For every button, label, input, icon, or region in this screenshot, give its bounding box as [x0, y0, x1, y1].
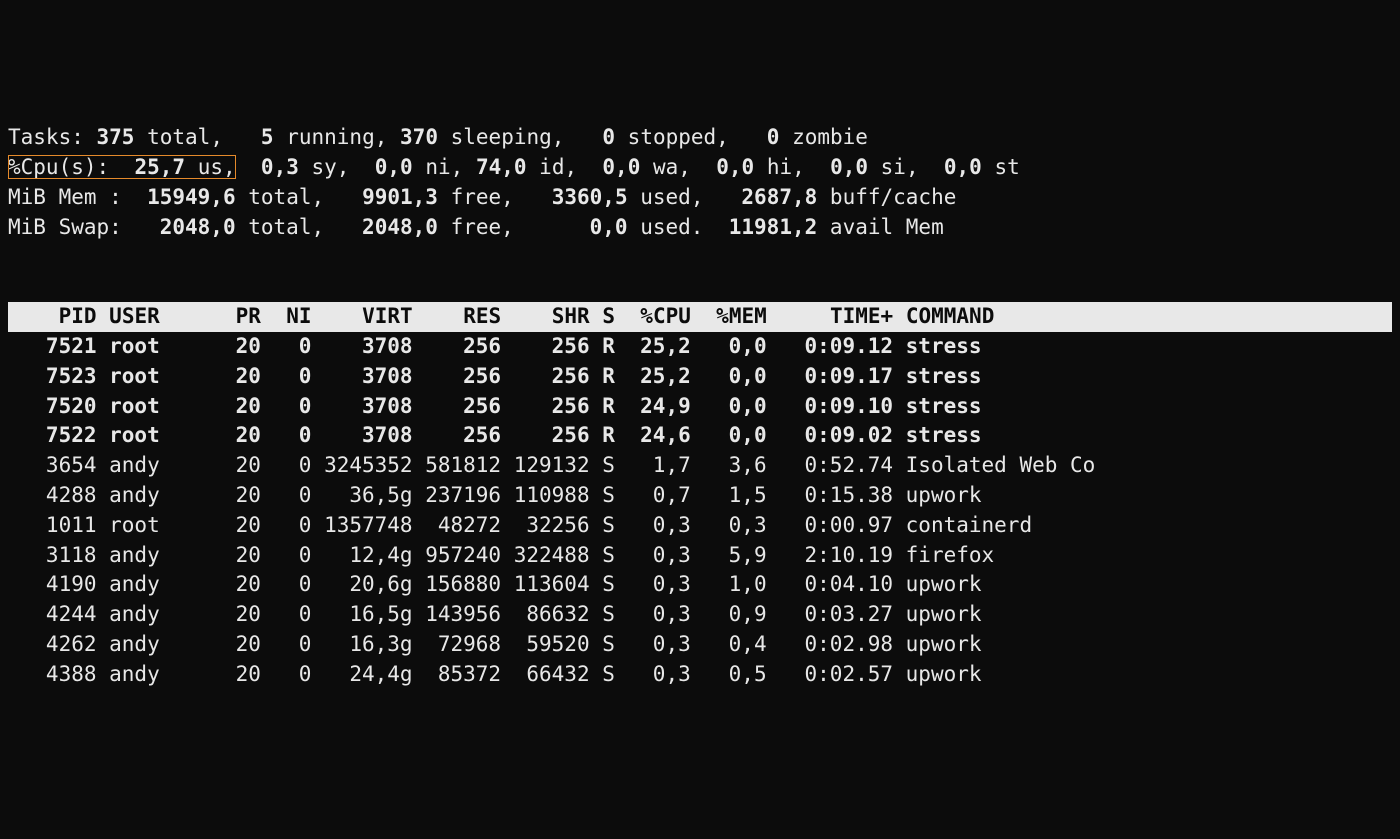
- hdr-cpu: %CPU: [640, 304, 691, 328]
- cpu-label: %Cpu(s):: [8, 155, 109, 179]
- mem-free-label: free,: [451, 185, 514, 209]
- hdr-s: S: [602, 304, 615, 328]
- blank-line: [8, 272, 1392, 302]
- cpu-sy-value: 0,3: [261, 155, 299, 179]
- cpu-us-value: 25,7: [134, 155, 185, 179]
- table-row[interactable]: 1011 root 20 0 1357748 48272 32256 S 0,3…: [8, 511, 1392, 541]
- swap-label: MiB Swap:: [8, 215, 122, 239]
- process-list: 7521 root 20 0 3708 256 256 R 25,2 0,0 0…: [8, 332, 1392, 690]
- cpu-si-label: si,: [881, 155, 919, 179]
- table-row[interactable]: 7523 root 20 0 3708 256 256 R 25,2 0,0 0…: [8, 362, 1392, 392]
- cpu-st-label: st: [994, 155, 1019, 179]
- mem-buff-label: buff/cache: [830, 185, 956, 209]
- swap-avail-value: 11981,2: [729, 215, 818, 239]
- hdr-command: COMMAND: [906, 304, 995, 328]
- table-row[interactable]: 7522 root 20 0 3708 256 256 R 24,6 0,0 0…: [8, 421, 1392, 451]
- swap-used-value: 0,0: [590, 215, 628, 239]
- cpu-hi-value: 0,0: [716, 155, 754, 179]
- cpu-st-value: 0,0: [944, 155, 982, 179]
- terminal-output: Tasks: 375 total, 5 running, 370 sleepin…: [8, 123, 1392, 689]
- tasks-total-label: total,: [147, 125, 223, 149]
- mem-total-value: 15949,6: [147, 185, 236, 209]
- tasks-zombie-value: 0: [767, 125, 780, 149]
- hdr-pr: PR: [236, 304, 261, 328]
- table-row[interactable]: 3654 andy 20 0 3245352 581812 129132 S 1…: [8, 451, 1392, 481]
- hdr-pid: PID: [59, 304, 97, 328]
- mem-used-label: used,: [640, 185, 703, 209]
- mem-used-value: 3360,5: [552, 185, 628, 209]
- tasks-stopped-label: stopped,: [628, 125, 729, 149]
- table-row[interactable]: 4244 andy 20 0 16,5g 143956 86632 S 0,3 …: [8, 600, 1392, 630]
- mem-label: MiB Mem :: [8, 185, 122, 209]
- mem-buff-value: 2687,8: [741, 185, 817, 209]
- swap-total-label: total,: [248, 215, 324, 239]
- cpu-hi-label: hi,: [767, 155, 805, 179]
- mem-free-value: 9901,3: [362, 185, 438, 209]
- table-row[interactable]: 4288 andy 20 0 36,5g 237196 110988 S 0,7…: [8, 481, 1392, 511]
- cpu-us-label: us,: [198, 155, 236, 179]
- cpu-user-highlight: %Cpu(s): 25,7 us,: [8, 155, 236, 179]
- process-header[interactable]: PID USER PR NI VIRT RES SHR S %CPU %MEM …: [8, 302, 1392, 332]
- tasks-running-value: 5: [261, 125, 274, 149]
- tasks-stopped-value: 0: [602, 125, 615, 149]
- tasks-line: Tasks: 375 total, 5 running, 370 sleepin…: [8, 123, 1392, 153]
- cpu-wa-label: wa,: [653, 155, 691, 179]
- tasks-label: Tasks:: [8, 125, 84, 149]
- table-row[interactable]: 7520 root 20 0 3708 256 256 R 24,9 0,0 0…: [8, 392, 1392, 422]
- cpu-ni-value: 0,0: [375, 155, 413, 179]
- cpu-id-label: id,: [539, 155, 577, 179]
- cpu-wa-value: 0,0: [602, 155, 640, 179]
- hdr-res: RES: [463, 304, 501, 328]
- tasks-sleeping-value: 370: [400, 125, 438, 149]
- table-row[interactable]: 7521 root 20 0 3708 256 256 R 25,2 0,0 0…: [8, 332, 1392, 362]
- hdr-time: TIME+: [830, 304, 893, 328]
- cpu-si-value: 0,0: [830, 155, 868, 179]
- cpu-id-value: 74,0: [476, 155, 527, 179]
- mem-total-label: total,: [248, 185, 324, 209]
- swap-total-value: 2048,0: [160, 215, 236, 239]
- swap-used-label: used.: [640, 215, 703, 239]
- tasks-running-label: running,: [286, 125, 387, 149]
- hdr-virt: VIRT: [362, 304, 413, 328]
- swap-free-label: free,: [451, 215, 514, 239]
- hdr-user: USER: [109, 304, 160, 328]
- table-row[interactable]: 3118 andy 20 0 12,4g 957240 322488 S 0,3…: [8, 541, 1392, 571]
- hdr-shr: SHR: [552, 304, 590, 328]
- swap-avail-label: avail Mem: [830, 215, 944, 239]
- swap-free-value: 2048,0: [362, 215, 438, 239]
- mem-line: MiB Mem : 15949,6 total, 9901,3 free, 33…: [8, 183, 1392, 213]
- table-row[interactable]: 4388 andy 20 0 24,4g 85372 66432 S 0,3 0…: [8, 660, 1392, 690]
- hdr-mem: %MEM: [716, 304, 767, 328]
- swap-line: MiB Swap: 2048,0 total, 2048,0 free, 0,0…: [8, 213, 1392, 243]
- tasks-zombie-label: zombie: [792, 125, 868, 149]
- cpu-line: %Cpu(s): 25,7 us, 0,3 sy, 0,0 ni, 74,0 i…: [8, 153, 1392, 183]
- hdr-ni: NI: [286, 304, 311, 328]
- cpu-sy-label: sy,: [312, 155, 350, 179]
- tasks-sleeping-label: sleeping,: [451, 125, 565, 149]
- cpu-ni-label: ni,: [425, 155, 463, 179]
- tasks-total-value: 375: [97, 125, 135, 149]
- table-row[interactable]: 4190 andy 20 0 20,6g 156880 113604 S 0,3…: [8, 570, 1392, 600]
- table-row[interactable]: 4262 andy 20 0 16,3g 72968 59520 S 0,3 0…: [8, 630, 1392, 660]
